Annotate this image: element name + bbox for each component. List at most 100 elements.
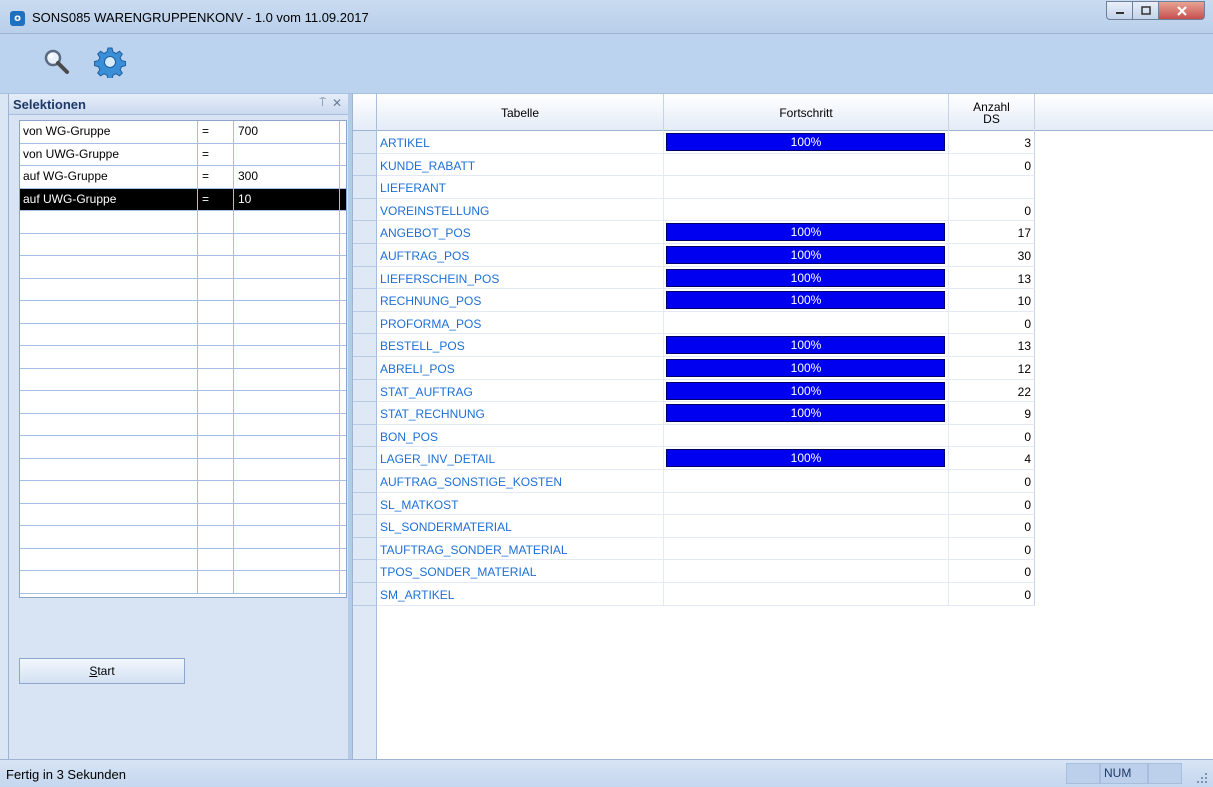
selection-cell-empty[interactable] xyxy=(20,368,198,390)
table-row[interactable]: LIEFERANT xyxy=(353,176,1035,199)
selection-cell-empty[interactable] xyxy=(234,548,340,570)
table-name-cell[interactable]: STAT_AUFTRAG xyxy=(377,379,664,403)
table-row[interactable]: BON_POS 0 xyxy=(353,424,1035,448)
selection-cell-empty[interactable] xyxy=(198,211,234,233)
table-name-cell[interactable]: AUFTRAG_SONSTIGE_KOSTEN xyxy=(377,470,664,493)
selection-row-empty[interactable] xyxy=(20,413,346,436)
start-button[interactable]: Start xyxy=(19,658,185,684)
row-header[interactable] xyxy=(353,379,377,403)
table-row[interactable]: KUNDE_RABATT 0 xyxy=(353,153,1035,177)
selection-cell-empty[interactable] xyxy=(234,346,340,368)
selection-cell-empty[interactable] xyxy=(198,256,234,278)
selection-row-empty[interactable] xyxy=(20,436,346,459)
row-header[interactable] xyxy=(353,492,377,516)
selection-row-empty[interactable] xyxy=(20,211,346,234)
table-row[interactable]: PROFORMA_POS 0 xyxy=(353,311,1035,335)
selection-row-empty[interactable] xyxy=(20,301,346,324)
selection-cell-empty[interactable] xyxy=(234,503,340,525)
table-name-cell[interactable]: ARTIKEL xyxy=(377,131,664,154)
selection-cell-empty[interactable] xyxy=(20,346,198,368)
selection-cell-empty[interactable] xyxy=(20,391,198,413)
table-row[interactable]: TAUFTRAG_SONDER_MATERIAL 0 xyxy=(353,537,1035,561)
row-header[interactable] xyxy=(353,221,377,244)
column-header-table[interactable]: Tabelle xyxy=(377,94,664,131)
row-header[interactable] xyxy=(353,334,377,357)
table-name-cell[interactable]: LIEFERANT xyxy=(377,176,664,199)
selection-cell-empty[interactable] xyxy=(198,391,234,413)
table-row[interactable]: LIEFERSCHEIN_POS 100% 13 xyxy=(353,266,1035,290)
selection-row-empty[interactable] xyxy=(20,503,346,526)
table-row[interactable]: ARTIKEL 100% 3 xyxy=(353,131,1035,154)
table-name-cell[interactable]: TAUFTRAG_SONDER_MATERIAL xyxy=(377,537,664,561)
selection-row[interactable]: von WG-Gruppe = 700 xyxy=(20,121,346,144)
column-header-count[interactable]: Anzahl DS xyxy=(949,94,1035,131)
table-name-cell[interactable]: STAT_RECHNUNG xyxy=(377,402,664,425)
selection-cell-empty[interactable] xyxy=(234,413,340,435)
row-header[interactable] xyxy=(353,289,377,312)
selection-cell-empty[interactable] xyxy=(20,481,198,503)
row-header[interactable] xyxy=(353,311,377,335)
selection-row-empty[interactable] xyxy=(20,571,346,594)
selection-cell-empty[interactable] xyxy=(20,323,198,345)
selection-cell-empty[interactable] xyxy=(234,571,340,593)
table-row[interactable]: ABRELI_POS 100% 12 xyxy=(353,357,1035,380)
table-row[interactable]: STAT_RECHNUNG 100% 9 xyxy=(353,402,1035,425)
table-row[interactable]: AUFTRAG_SONSTIGE_KOSTEN 0 xyxy=(353,470,1035,493)
selection-cell-empty[interactable] xyxy=(198,368,234,390)
table-row[interactable]: SL_MATKOST 0 xyxy=(353,492,1035,516)
selection-cell-empty[interactable] xyxy=(198,346,234,368)
maximize-button[interactable] xyxy=(1132,1,1159,20)
selection-row-empty[interactable] xyxy=(20,526,346,549)
selection-row-empty[interactable] xyxy=(20,458,346,481)
table-row[interactable]: AUFTRAG_POS 100% 30 xyxy=(353,244,1035,267)
table-name-cell[interactable]: SL_MATKOST xyxy=(377,492,664,516)
selections-grid[interactable]: von WG-Gruppe = 700 von UWG-Gruppe = auf WG-G… xyxy=(19,120,347,598)
row-header[interactable] xyxy=(353,583,377,606)
table-name-cell[interactable]: SM_ARTIKEL xyxy=(377,583,664,606)
table-row[interactable]: VOREINSTELLUNG 0 xyxy=(353,198,1035,222)
selection-value[interactable]: 700 xyxy=(234,121,340,143)
selection-row-empty[interactable] xyxy=(20,481,346,504)
selection-cell-empty[interactable] xyxy=(234,323,340,345)
table-name-cell[interactable]: VOREINSTELLUNG xyxy=(377,198,664,222)
table-row[interactable]: BESTELL_POS 100% 13 xyxy=(353,334,1035,357)
table-name-cell[interactable]: AUFTRAG_POS xyxy=(377,244,664,267)
selection-row-empty[interactable] xyxy=(20,346,346,369)
row-header[interactable] xyxy=(353,424,377,448)
selection-cell-empty[interactable] xyxy=(234,211,340,233)
selection-cell-empty[interactable] xyxy=(20,211,198,233)
row-header[interactable] xyxy=(353,153,377,177)
selection-row-empty[interactable] xyxy=(20,278,346,301)
selection-cell-empty[interactable] xyxy=(198,413,234,435)
selection-cell-empty[interactable] xyxy=(198,571,234,593)
row-header[interactable] xyxy=(353,131,377,154)
table-name-cell[interactable]: BON_POS xyxy=(377,424,664,448)
selection-row-empty[interactable] xyxy=(20,323,346,346)
selection-cell-empty[interactable] xyxy=(20,526,198,548)
row-header[interactable] xyxy=(353,537,377,561)
selection-cell-empty[interactable] xyxy=(20,503,198,525)
selection-cell-empty[interactable] xyxy=(20,278,198,300)
table-row[interactable]: STAT_AUFTRAG 100% 22 xyxy=(353,379,1035,403)
selection-cell-empty[interactable] xyxy=(234,368,340,390)
table-name-cell[interactable]: ANGEBOT_POS xyxy=(377,221,664,244)
table-name-cell[interactable]: PROFORMA_POS xyxy=(377,311,664,335)
selection-cell-empty[interactable] xyxy=(198,481,234,503)
row-header[interactable] xyxy=(353,447,377,470)
close-button[interactable] xyxy=(1158,1,1205,20)
selection-cell-empty[interactable] xyxy=(234,301,340,323)
table-name-cell[interactable]: BESTELL_POS xyxy=(377,334,664,357)
selection-cell-empty[interactable] xyxy=(20,548,198,570)
selection-row[interactable]: von UWG-Gruppe = xyxy=(20,143,346,166)
table-row[interactable]: SL_SONDERMATERIAL 0 xyxy=(353,515,1035,538)
table-name-cell[interactable]: ABRELI_POS xyxy=(377,357,664,380)
selection-cell-empty[interactable] xyxy=(234,458,340,480)
selection-cell-empty[interactable] xyxy=(198,503,234,525)
table-name-cell[interactable]: LAGER_INV_DETAIL xyxy=(377,447,664,470)
row-header[interactable] xyxy=(353,176,377,199)
selection-cell-empty[interactable] xyxy=(234,526,340,548)
table-row[interactable]: SM_ARTIKEL 0 xyxy=(353,583,1035,606)
selection-cell-empty[interactable] xyxy=(20,458,198,480)
selection-cell-empty[interactable] xyxy=(198,526,234,548)
selection-cell-empty[interactable] xyxy=(198,323,234,345)
